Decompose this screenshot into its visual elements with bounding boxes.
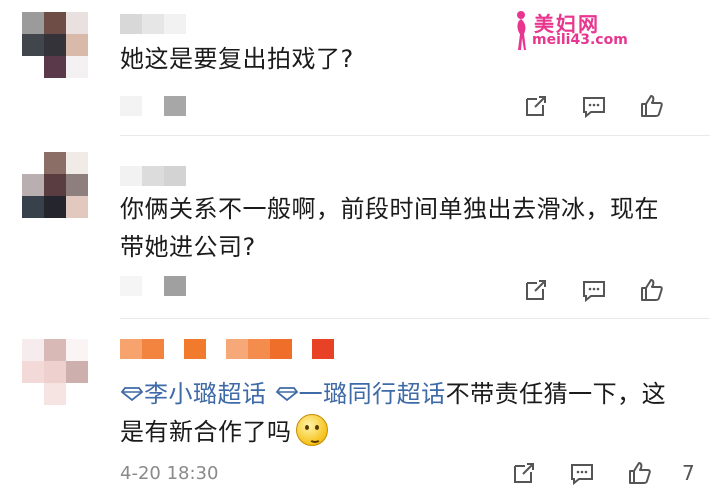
comment-text: 你俩关系不一般啊，前段时间单独出去滑冰，现在带她进公司? <box>120 195 659 261</box>
timestamp: 4-20 18:30 <box>120 463 219 484</box>
supertopic-link[interactable]: 李小璐超话 <box>120 380 267 408</box>
repost-button[interactable] <box>510 459 538 487</box>
thumbs-up-icon <box>641 95 663 117</box>
like-count: 7 <box>682 461 695 485</box>
comment-text: 李小璐超话 一璐同行超话不带责任猜一下，这是有新合作了吗 <box>120 375 680 451</box>
meta-redacted <box>120 276 186 296</box>
action-bar <box>510 92 710 122</box>
comment-button[interactable] <box>580 276 608 304</box>
diamond-icon <box>275 387 298 402</box>
comment-1: 她这是要复出拍戏了? <box>0 0 710 135</box>
comment-text: 她这是要复出拍戏了? <box>120 45 354 73</box>
username-redacted[interactable] <box>120 339 334 359</box>
comment-icon <box>583 97 605 119</box>
repost-button[interactable] <box>522 276 550 304</box>
like-button[interactable] <box>638 92 666 120</box>
repost-button[interactable] <box>522 92 550 120</box>
like-button[interactable] <box>638 276 666 304</box>
avatar[interactable] <box>22 152 88 218</box>
username-redacted[interactable] <box>120 14 186 34</box>
thumbs-up-icon <box>641 279 663 301</box>
supertopic-link[interactable]: 一璐同行超话 <box>275 380 446 408</box>
action-bar <box>510 276 710 306</box>
repost-icon <box>514 463 534 483</box>
comment-icon <box>571 464 593 486</box>
avatar[interactable] <box>22 12 88 78</box>
comment-icon <box>583 281 605 303</box>
comment-3: 李小璐超话 一璐同行超话不带责任猜一下，这是有新合作了吗 4-20 18:30 … <box>0 319 710 491</box>
username-redacted[interactable] <box>120 166 186 186</box>
meta-redacted <box>120 96 186 116</box>
supertopic-label[interactable]: 李小璐超话 <box>144 380 267 408</box>
comment-button[interactable] <box>580 92 608 120</box>
supertopic-label[interactable]: 一璐同行超话 <box>299 380 446 408</box>
repost-icon <box>526 96 546 116</box>
repost-icon <box>526 280 546 300</box>
comment-2: 你俩关系不一般啊，前段时间单独出去滑冰，现在带她进公司? <box>0 136 710 316</box>
thumbs-up-icon <box>629 462 651 484</box>
diamond-icon <box>120 387 144 402</box>
thinking-emoji <box>295 414 328 446</box>
like-button[interactable] <box>626 459 654 487</box>
comment-button[interactable] <box>568 459 596 487</box>
avatar[interactable] <box>22 339 88 405</box>
action-bar: 7 <box>510 459 710 489</box>
